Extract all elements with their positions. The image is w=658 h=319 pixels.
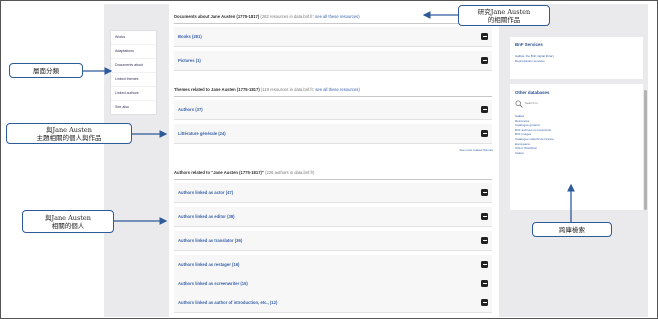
callout-documents-works: 研究Jane Austen 的相關作品 (458, 5, 550, 26)
callout-cross-database-search: 跨庫檢索 (532, 222, 612, 237)
callout-theme-people-works: 與Jane Austen 主題相關的個人與作品 (6, 123, 132, 144)
callout-facet-classification: 層面分類 (9, 63, 83, 78)
callout-related-people: 與Jane Austen 相關的個人 (22, 210, 114, 233)
annotation-arrows (83, 11, 575, 225)
